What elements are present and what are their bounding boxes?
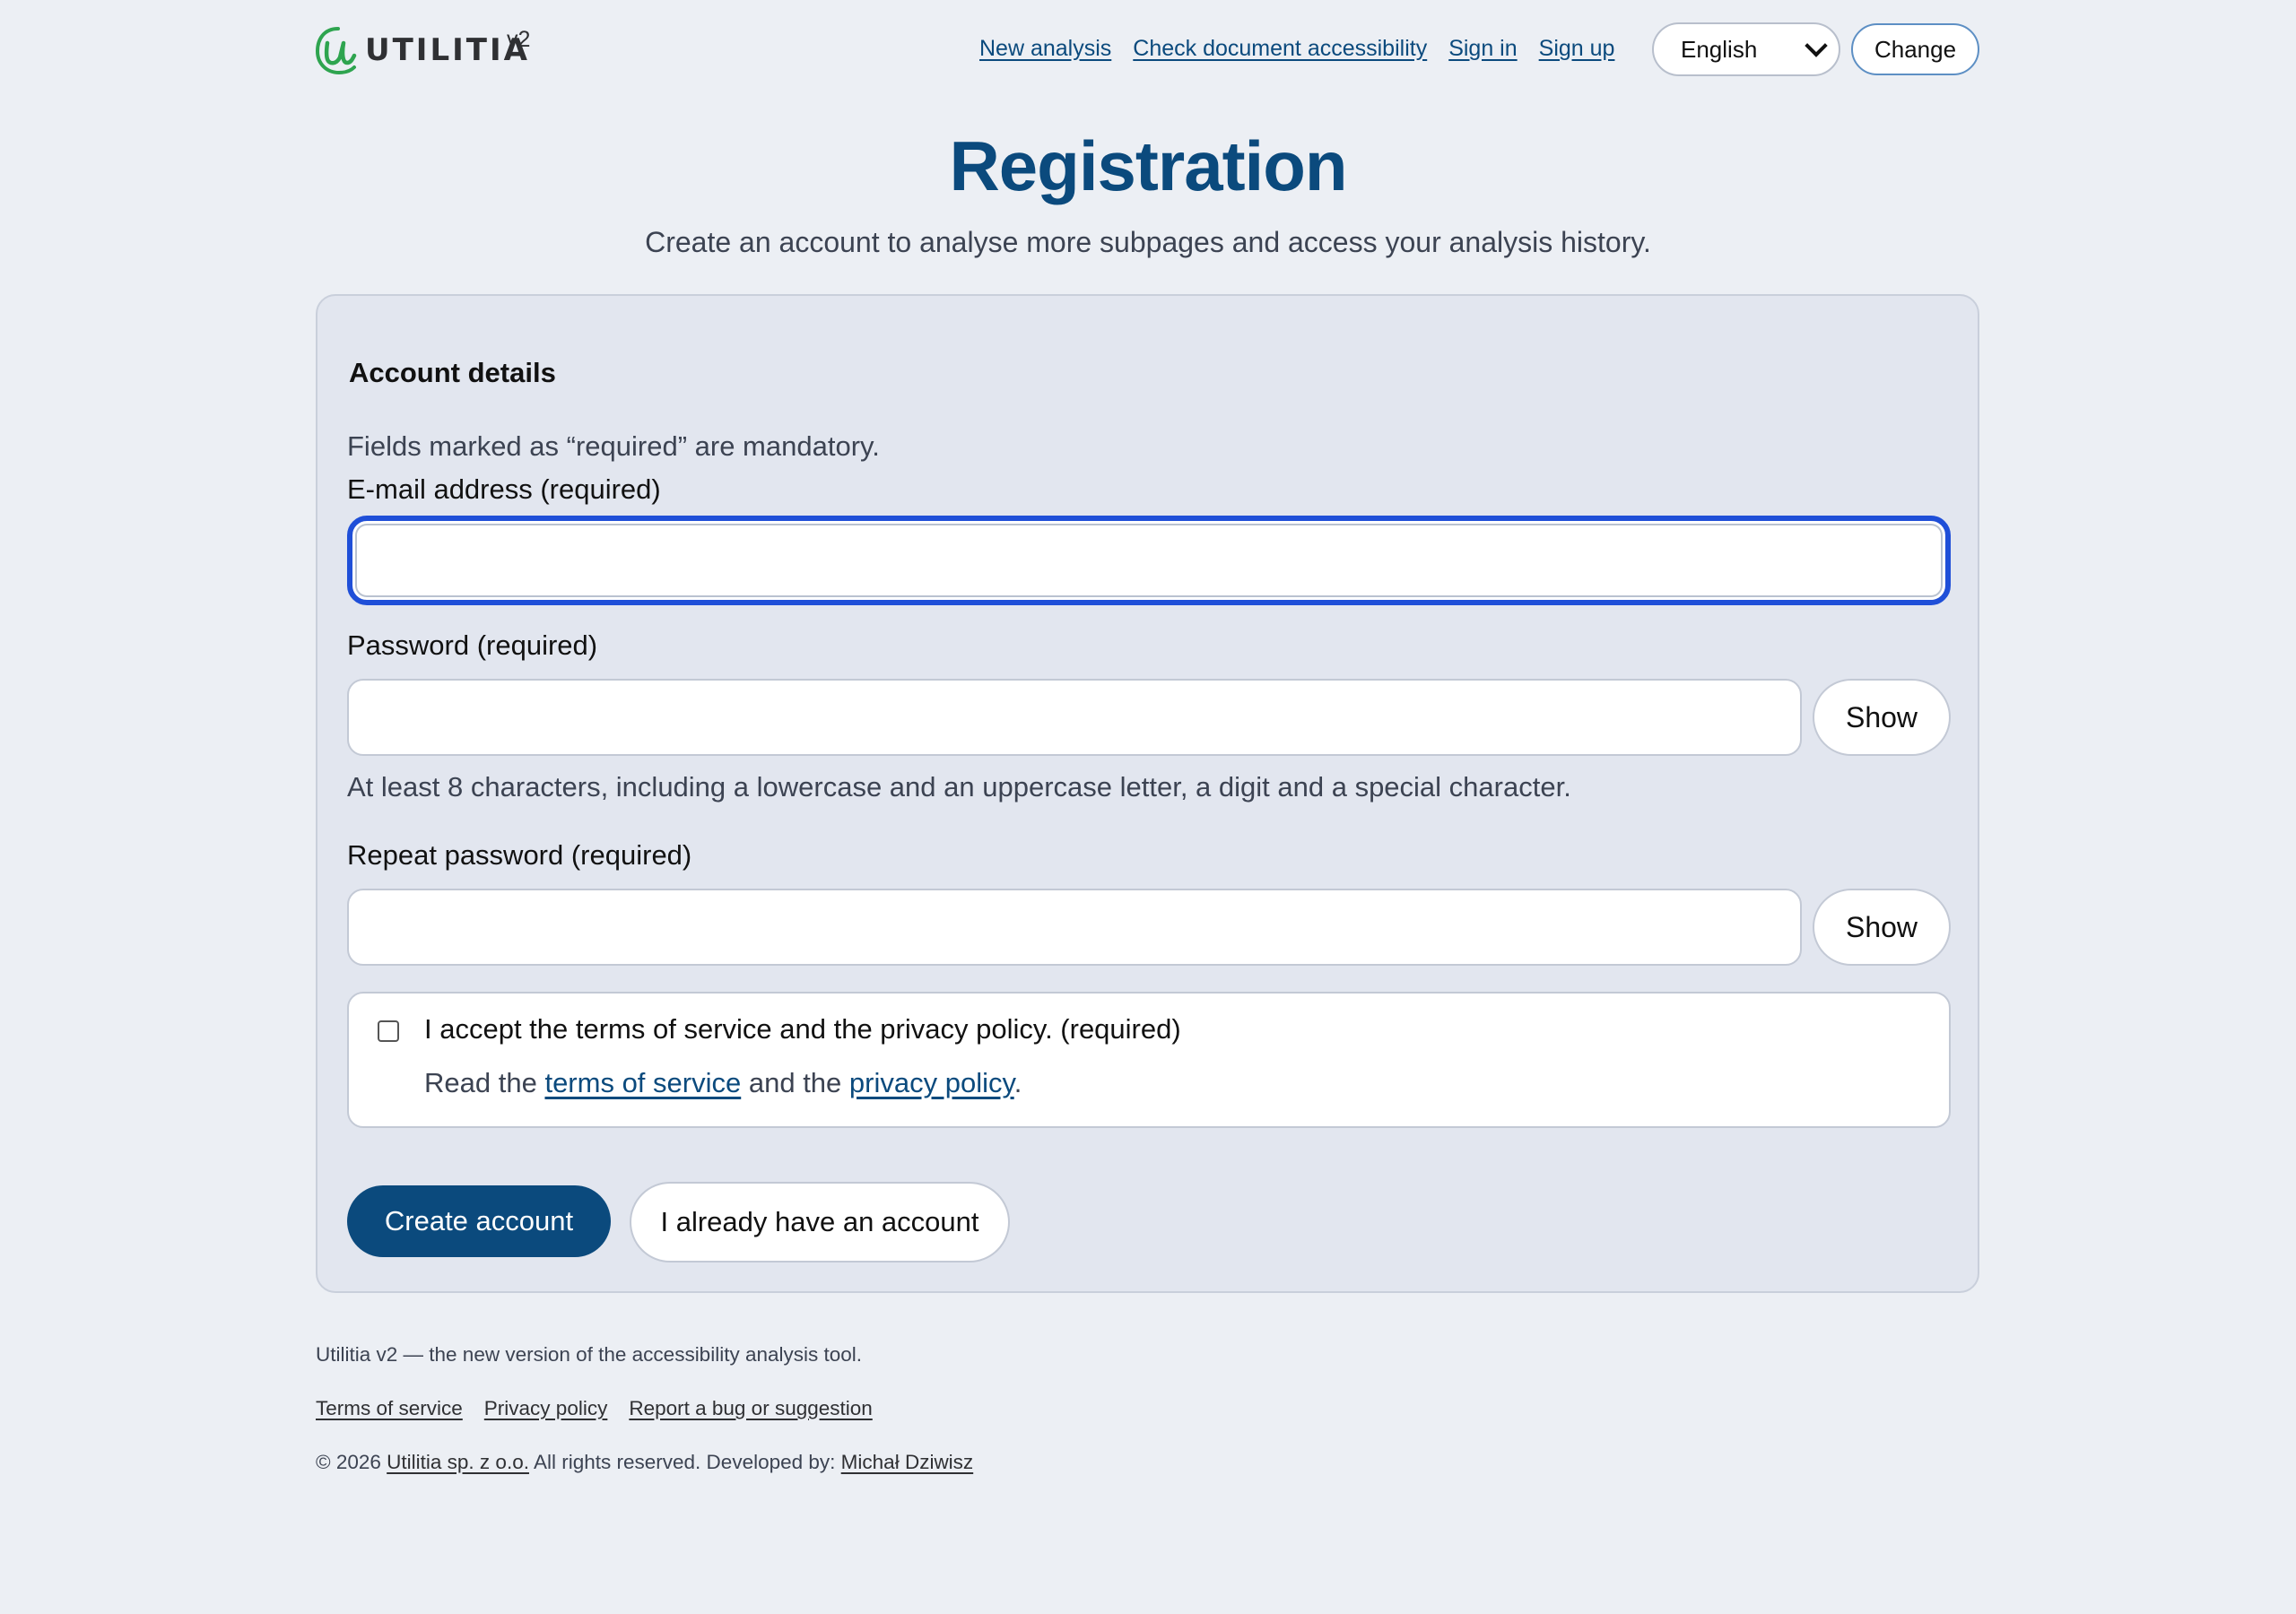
page-subtitle: Create an account to analyse more subpag… (645, 226, 1651, 258)
terms-read-text: Read the terms of service and the privac… (424, 1067, 1022, 1099)
password-label: Password (required) (347, 629, 598, 661)
footer-links: Terms of service Privacy policy Report a… (316, 1397, 873, 1420)
nav-sign-up[interactable]: Sign up (1539, 36, 1615, 62)
footer-privacy-link[interactable]: Privacy policy (484, 1397, 608, 1420)
change-language-button[interactable]: Change (1851, 23, 1979, 75)
chevron-down-icon (1805, 34, 1828, 57)
developer-link[interactable]: Michał Dziwisz (841, 1451, 974, 1473)
page: UTILITIA v2 New analysis Check document … (0, 0, 2296, 1614)
footer-tagline: Utilitia v2 — the new version of the acc… (316, 1343, 863, 1366)
create-account-button[interactable]: Create account (347, 1185, 611, 1257)
terms-consent: I accept the terms of service and the pr… (347, 992, 1951, 1128)
required-note: Fields marked as “required” are mandator… (347, 430, 880, 462)
repeat-password-label: Repeat password (required) (347, 839, 692, 871)
password-field[interactable] (347, 679, 1802, 756)
section-title: Account details (349, 357, 556, 388)
terms-read-prefix: Read the (424, 1067, 537, 1098)
footer-report-bug-link[interactable]: Report a bug or suggestion (629, 1397, 872, 1420)
repeat-password-field[interactable] (347, 889, 1802, 966)
footer-copyright: © 2026 Utilitia sp. z o.o. All rights re… (316, 1451, 973, 1474)
logo-wordmark: UTILITIA (365, 32, 530, 68)
password-hint: At least 8 characters, including a lower… (347, 771, 1571, 803)
registration-form: Account details Fields marked as “requir… (316, 294, 1979, 1293)
already-have-account-button[interactable]: I already have an account (630, 1182, 1010, 1263)
show-password-button[interactable]: Show (1813, 679, 1951, 756)
copyright-prefix: © 2026 (316, 1451, 381, 1473)
terms-checkbox[interactable] (378, 1020, 399, 1042)
nav-check-document-accessibility[interactable]: Check document accessibility (1133, 36, 1427, 62)
language-select[interactable]: English (1652, 22, 1840, 76)
email-field[interactable] (347, 516, 1951, 605)
terms-checkbox-label[interactable]: I accept the terms of service and the pr… (424, 1013, 1181, 1046)
nav-new-analysis[interactable]: New analysis (979, 36, 1111, 62)
utilitia-logo[interactable]: UTILITIA (315, 23, 530, 77)
terms-of-service-link[interactable]: terms of service (544, 1067, 741, 1098)
privacy-policy-link[interactable]: privacy policy (849, 1067, 1014, 1098)
footer-terms-link[interactable]: Terms of service (316, 1397, 463, 1420)
terms-and-text: and the (748, 1067, 842, 1098)
version-label: v2 (507, 27, 531, 52)
show-repeat-password-button[interactable]: Show (1813, 889, 1951, 966)
main-nav: New analysis Check document accessibilit… (979, 36, 1614, 62)
page-title: Registration (949, 126, 1347, 205)
company-link[interactable]: Utilitia sp. z o.o. (387, 1451, 529, 1473)
nav-sign-in[interactable]: Sign in (1448, 36, 1517, 62)
language-selected-value: English (1681, 35, 1758, 63)
email-label: E-mail address (required) (347, 473, 661, 505)
utilitia-logo-icon (315, 27, 357, 75)
terms-suffix: . (1013, 1067, 1022, 1098)
rights-text: All rights reserved. Developed by: (533, 1451, 836, 1473)
